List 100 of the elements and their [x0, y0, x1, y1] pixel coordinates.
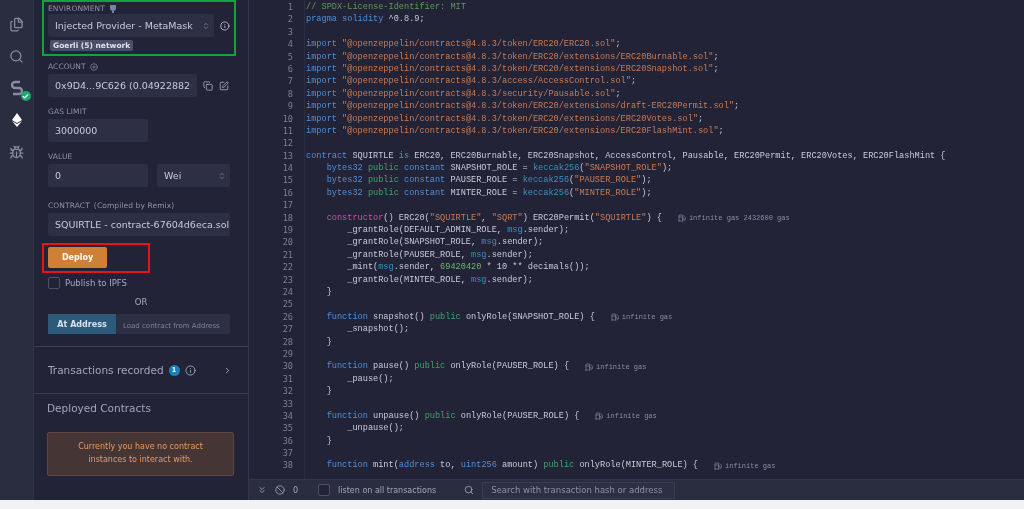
fuel-icon: [610, 312, 619, 321]
code-line: import "@openzeppelin/contracts@4.8.3/security/Pausable.sol";: [306, 87, 621, 101]
code-line: import "@openzeppelin/contracts@4.8.3/access/AccessControl.sol";: [306, 75, 637, 88]
checkbox[interactable]: [318, 484, 331, 496]
success-icon: [20, 91, 31, 101]
compiler-icon: [9, 80, 24, 96]
dropdown-icon: [218, 171, 226, 180]
code-line: import "@openzeppelin/contracts@4.8.3/token/ERC20/extensions/draft-ERC20Permit.sol";: [306, 100, 740, 113]
code-line: }: [325, 286, 332, 299]
code-line: _grantRole(MINTER_ROLE, msg.sender);: [346, 273, 533, 286]
line-number: 13: [282, 149, 293, 163]
line-number: 21: [282, 248, 293, 262]
fuel-icon: [714, 461, 722, 470]
code-line: import "@openzeppelin/contracts@4.8.3/token/ERC20/ERC20.sol";: [306, 38, 621, 51]
line-number: 24: [282, 286, 293, 299]
line-number: 22: [282, 261, 293, 274]
code-line: import "@openzeppelin/contracts@4.8.3/token/ERC20/extensions/ERC20Snapshot.sol";: [306, 62, 719, 76]
contract-select[interactable]: SQUIRTLE - contract-67604d6eca.sol: [48, 213, 230, 236]
checkbox-label: listen on all transactions: [338, 485, 437, 495]
code-line: _snapshot();: [346, 323, 410, 336]
gas-limit-field[interactable]: 3000000: [48, 119, 148, 142]
line-number: 12: [282, 137, 293, 150]
unit-select[interactable]: Wei: [157, 164, 230, 187]
line-number: 14: [282, 162, 293, 175]
line-number: 15: [282, 174, 293, 187]
section-title[interactable]: Transactions recorded: [48, 364, 164, 376]
line-number: 25: [282, 298, 293, 311]
line-number: 2: [287, 13, 293, 26]
fuel-icon: [595, 412, 604, 421]
add-icon[interactable]: [89, 62, 98, 71]
line-number: 31: [282, 372, 293, 386]
dropdown-icon: [202, 21, 211, 30]
line-number: 16: [282, 186, 293, 200]
code-line: contract SQUIRTLE is ERC20, ERC20Burnable, ERC20Snapshot, AccessControl, Pausable, ERC20Permit, ERC20Votes, ERC20FlashMint {: [306, 149, 946, 163]
line-number: 18: [282, 211, 293, 225]
line-number: 29: [282, 347, 293, 361]
line-number: 5: [287, 50, 293, 63]
code-line: function mint(address to, uint256 amount) public onlyRole(MINTER_ROLE) {: [325, 459, 698, 472]
line-number: 26: [282, 310, 293, 324]
code-line: import "@openzeppelin/contracts@4.8.3/token/ERC20/extensions/ERC20Votes.sol";: [306, 112, 704, 125]
collapse-icon[interactable]: [257, 485, 267, 495]
line-number: 32: [282, 385, 293, 398]
clear-icon[interactable]: [275, 485, 285, 495]
line-number: 23: [282, 273, 293, 286]
code-line: function unpause() public onlyRole(PAUSER_ROLE) {: [325, 409, 580, 423]
code-line: _grantRole(DEFAULT_ADMIN_ROLE, msg.sender);: [346, 224, 570, 237]
search-field[interactable]: Search with transaction hash or address: [482, 481, 676, 499]
edit-icon[interactable]: [219, 80, 229, 91]
line-number: 37: [282, 447, 293, 460]
checkbox[interactable]: [48, 277, 60, 289]
line-number: 1: [287, 1, 293, 14]
line-number: 36: [282, 434, 293, 448]
code-line: _mint(msg.sender, 69420420 * 10 ** decimals());: [346, 261, 590, 274]
code-line: // SPDX-License-Identifier: MIT: [306, 1, 466, 14]
value-field[interactable]: 0: [48, 164, 148, 187]
code-line: import "@openzeppelin/contracts@4.8.3/token/ERC20/extensions/ERC20Burnable.sol";: [306, 50, 719, 63]
code-line: constructor() ERC20("SQUIRTLE", "SQRT") ERC20Permit("SQUIRTLE") {: [325, 211, 662, 225]
at-address-button[interactable]: At Address: [48, 314, 116, 334]
fuel-icon: [585, 362, 594, 371]
or-label: OR: [134, 297, 148, 307]
line-number: 7: [287, 75, 293, 88]
code-line: pragma solidity ^0.8.9;: [306, 13, 425, 26]
files-icon: [9, 16, 24, 32]
code-line: }: [325, 385, 332, 398]
line-number: 11: [282, 124, 293, 138]
code-line: function pause() public onlyRole(PAUSER_ROLE) {: [325, 360, 570, 373]
info-icon[interactable]: [184, 364, 196, 376]
line-number: 10: [282, 112, 293, 125]
line-number: 27: [282, 323, 293, 336]
code-line: bytes32 public constant SNAPSHOT_ROLE = keccak256("SNAPSHOT_ROLE");: [325, 162, 673, 175]
fuel-icon: [677, 213, 686, 222]
plug-icon: [108, 4, 117, 13]
alert-message: Currently you have no contract instances to interact with.: [47, 432, 234, 476]
code-line: }: [325, 335, 332, 348]
search-icon: [464, 485, 475, 495]
info-icon[interactable]: [220, 20, 230, 31]
line-number: 30: [282, 360, 293, 373]
code-line: bytes32 public constant PAUSER_ROLE = keccak256("PAUSER_ROLE");: [325, 174, 652, 187]
checkbox-label: Publish to IPFS: [65, 278, 127, 288]
line-number: 38: [282, 459, 293, 472]
line-number: 4: [287, 38, 293, 51]
line-number: 3: [287, 25, 293, 39]
account-select[interactable]: 0x9D4...9C626 (0.04922882: [48, 74, 197, 97]
code-line: _grantRole(PAUSER_ROLE, msg.sender);: [346, 248, 533, 262]
line-number: 20: [282, 236, 293, 249]
code-line: _pause();: [346, 372, 394, 386]
line-number: 19: [282, 224, 293, 237]
pending-count: 0: [293, 485, 299, 495]
section-title: Deployed Contracts: [47, 402, 152, 414]
line-number: 8: [287, 87, 293, 101]
search-icon: [9, 48, 24, 64]
environment-select[interactable]: Injected Provider - MetaMask: [48, 14, 215, 37]
code-line: bytes32 public constant MINTER_ROLE = keccak256("MINTER_ROLE");: [325, 186, 652, 200]
line-number: 33: [282, 397, 293, 410]
debug-icon: [9, 144, 24, 160]
code-line: }: [325, 434, 332, 448]
code-line: function snapshot() public onlyRole(SNAPSHOT_ROLE) {: [325, 310, 595, 324]
copy-icon[interactable]: [203, 80, 213, 91]
code-line: _unpause();: [346, 422, 404, 435]
line-number: 9: [287, 100, 293, 113]
